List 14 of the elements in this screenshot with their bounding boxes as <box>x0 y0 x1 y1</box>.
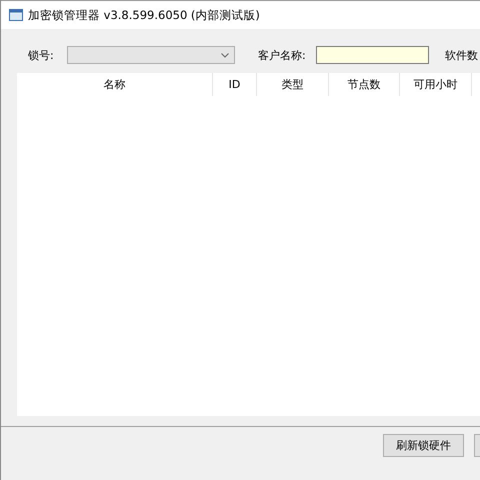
lock-dropdown[interactable] <box>67 46 235 64</box>
column-header[interactable]: 可用小时 <box>400 73 472 96</box>
column-header[interactable]: 节点数 <box>329 73 400 96</box>
refresh-button[interactable]: 刷新锁硬件 <box>383 434 464 457</box>
chevron-down-icon <box>221 52 229 58</box>
software-label: 软件数 <box>445 48 478 62</box>
customer-label: 客户名称: <box>258 48 307 62</box>
lock-label: 锁号: <box>28 48 55 62</box>
app-icon <box>9 9 23 21</box>
column-header[interactable]: 类型 <box>257 73 329 96</box>
column-header[interactable]: ID <box>213 73 257 96</box>
customer-field[interactable] <box>316 46 429 64</box>
column-header[interactable]: 名称 <box>17 73 213 96</box>
window-title: 加密锁管理器 v3.8.599.6050 (内部测试版) <box>28 8 260 22</box>
